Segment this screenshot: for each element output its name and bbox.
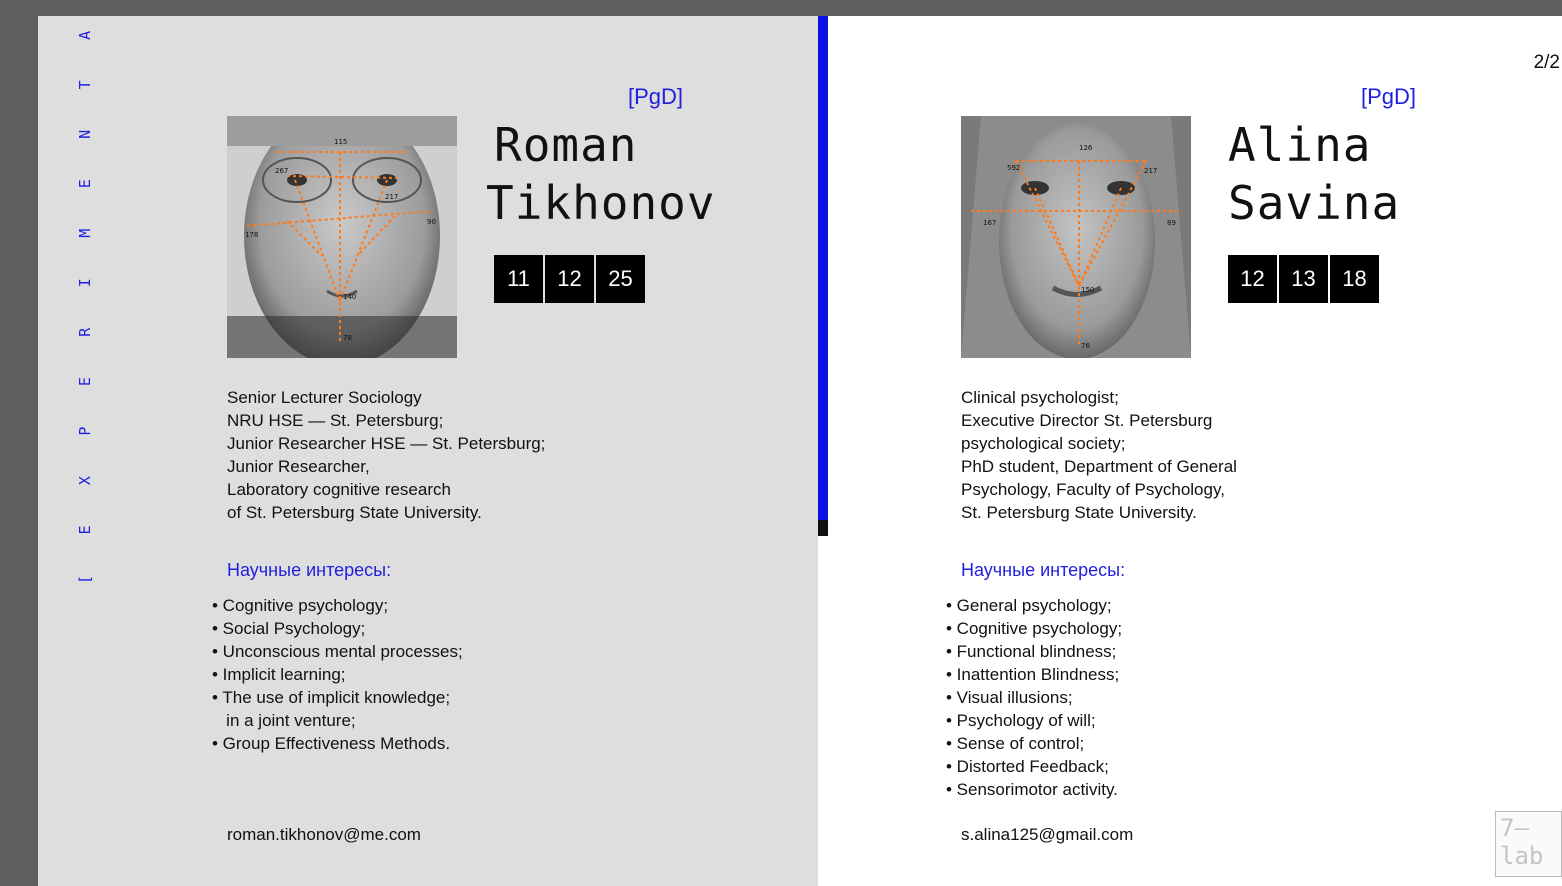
measure-label: 89 [1167,219,1176,227]
list-item: • Functional blindness; [946,642,1117,661]
measure-label: 592 [1007,164,1020,172]
first-name: Alina [1228,118,1372,172]
bio-text: Clinical psychologist; Executive Directo… [961,388,1237,522]
list-item: • Visual illusions; [946,688,1073,707]
pgd-tag: [PgD] [1361,84,1417,109]
measure-label: 126 [1079,144,1093,152]
list-item: • General psychology; [946,596,1112,615]
list-item: • Inattention Blindness; [946,665,1120,684]
code-blocks: 12 13 18 [1228,255,1379,303]
profile-card-alina: [PgD] 126 592 217 167 89 150 76 Alina Sa… [0,0,1562,886]
measure-label: 150 [1081,286,1094,294]
measure-label: 217 [1144,167,1157,175]
measure-label: 76 [1081,342,1090,350]
list-item: • Sense of control; [946,734,1085,753]
last-name: Savina [1228,176,1401,230]
code-block: 12 [1228,255,1277,303]
email-link[interactable]: s.alina125@gmail.com [961,825,1133,845]
list-item: • Sensorimotor activity. [946,780,1118,799]
face-photo: 126 592 217 167 89 150 76 [961,116,1191,358]
logo-line: 7— [1500,814,1529,842]
list-item: • Psychology of will; [946,711,1096,730]
face-measurement-diagram: 126 592 217 167 89 150 76 [961,116,1191,358]
interests-heading: Научные интересы: [961,560,1126,580]
list-item: • Distorted Feedback; [946,757,1109,776]
code-block: 18 [1330,255,1379,303]
7lab-logo: 7— lab [1495,811,1562,877]
code-block: 13 [1279,255,1328,303]
measure-label: 167 [983,219,996,227]
logo-line: lab [1500,842,1544,870]
interests-list: • General psychology; • Cognitive psycho… [946,594,1122,801]
list-item: • Cognitive psychology; [946,619,1123,638]
